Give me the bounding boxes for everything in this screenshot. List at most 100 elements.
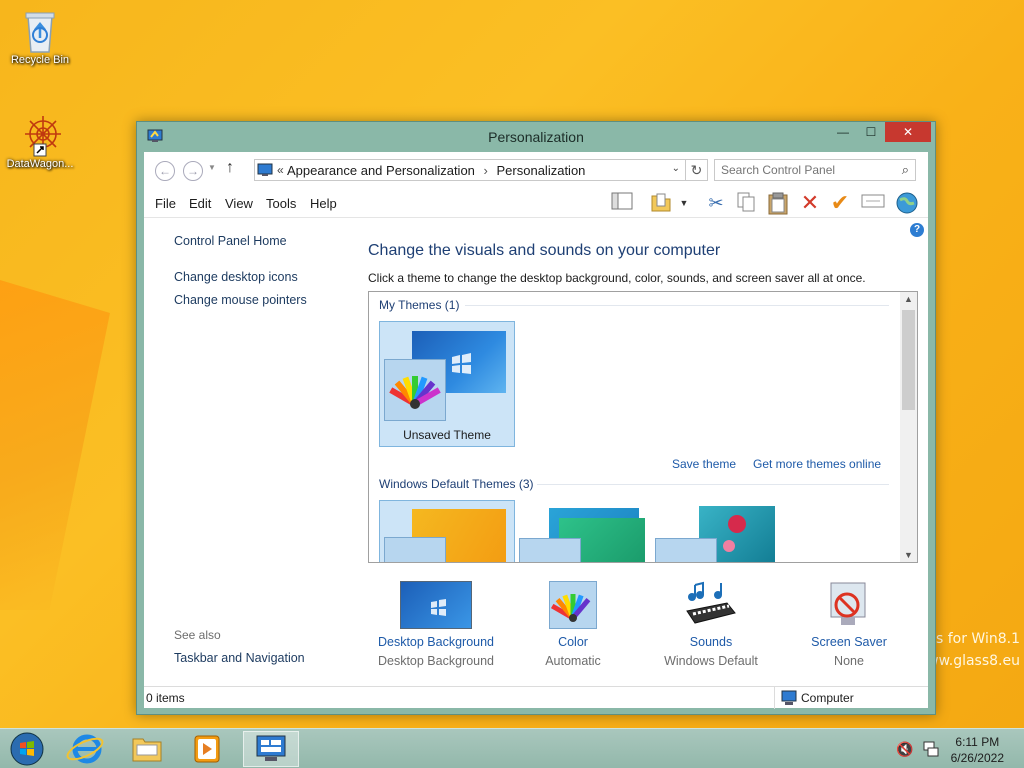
page-heading: Change the visuals and sounds on your co… (368, 242, 721, 259)
taskbar-navigation-link[interactable]: Taskbar and Navigation (174, 651, 305, 665)
setting-label: Screen Saver (811, 635, 887, 649)
taskbar: 🔇 6:11 PM 6/26/2022 (0, 728, 1024, 768)
start-button[interactable] (2, 731, 52, 767)
menu-tools[interactable]: Tools (266, 196, 296, 211)
internet-explorer-icon[interactable] (60, 731, 110, 767)
setting-label: Color (558, 635, 588, 649)
recent-pages-dropdown-icon[interactable]: ▼ (208, 163, 216, 172)
color-palette-icon (503, 581, 643, 631)
setting-value: None (834, 654, 864, 668)
theme-name: Unsaved Theme (403, 428, 491, 442)
control-panel-home-link[interactable]: Control Panel Home (174, 234, 287, 248)
location-label: Computer (801, 691, 854, 705)
theme-unsaved[interactable]: Unsaved Theme (379, 321, 515, 447)
scroll-thumb[interactable] (902, 310, 915, 410)
refresh-button[interactable]: ↻ (686, 159, 708, 181)
breadcrumb-separator: › (483, 163, 488, 178)
desktop-background-icon (366, 581, 506, 631)
color-setting[interactable]: Color Automatic (503, 581, 643, 668)
media-player-icon[interactable] (182, 731, 232, 767)
breadcrumb-personalization[interactable]: Personalization (497, 163, 586, 178)
get-more-themes-link[interactable]: Get more themes online (753, 457, 881, 471)
scroll-up-icon[interactable]: ▲ (900, 294, 917, 304)
status-bar: 0 items Computer (144, 686, 928, 709)
system-clock[interactable]: 6:11 PM 6/26/2022 (951, 734, 1004, 766)
setting-label: Sounds (689, 635, 733, 649)
themes-list: My Themes (1) Unsaved Theme Save theme G… (368, 291, 918, 563)
theme-windows[interactable] (379, 500, 515, 562)
cut-icon[interactable]: ✂ (704, 191, 728, 215)
theme-color-swatch (519, 538, 581, 562)
content-area: ? Control Panel Home Change desktop icon… (144, 218, 928, 686)
menu-view[interactable]: View (225, 196, 253, 211)
address-bar: ← → ▼ ↑ « Appearance and Personalization… (144, 152, 928, 186)
sounds-setting[interactable]: Sounds Windows Default (641, 581, 781, 668)
menu-help[interactable]: Help (310, 196, 337, 211)
setting-value: Automatic (545, 654, 601, 668)
setting-value: Desktop Background (377, 654, 495, 668)
page-subtext: Click a theme to change the desktop back… (368, 271, 866, 285)
file-explorer-icon[interactable] (122, 731, 172, 767)
menu-edit[interactable]: Edit (189, 196, 211, 211)
control-panel-taskbar-button[interactable] (243, 731, 299, 767)
help-icon[interactable]: ? (910, 223, 924, 237)
search-input[interactable] (721, 162, 891, 178)
network-icon[interactable] (922, 740, 940, 761)
clock-time: 6:11 PM (955, 735, 1000, 749)
group-divider (465, 305, 889, 306)
address-field[interactable]: « Appearance and Personalization › Perso… (254, 159, 686, 181)
close-button[interactable]: ✕ (885, 122, 931, 142)
theme-flowers[interactable] (655, 504, 791, 562)
wallpaper-shape (0, 280, 110, 610)
screen-saver-setting[interactable]: Screen Saver None (779, 581, 919, 668)
control-panel-small-icon (257, 162, 273, 181)
desktop-icon-datawagon[interactable]: DataWagon... (0, 112, 80, 170)
forward-button[interactable]: → (183, 161, 203, 181)
paste-icon[interactable] (766, 191, 790, 215)
desktop-icon-label: DataWagon... (6, 158, 74, 170)
title-bar[interactable]: Personalization — ☐ ✕ (137, 122, 935, 152)
desktop-icon-label: Recycle Bin (10, 54, 70, 66)
properties-check-icon[interactable]: ✔ (828, 191, 852, 215)
layout-pane-icon[interactable] (610, 191, 634, 215)
wallpaper-text-line1: ss for Win8.1 (928, 631, 1020, 647)
scroll-down-icon[interactable]: ▼ (900, 550, 917, 560)
item-count: 0 items (146, 691, 185, 705)
delete-icon[interactable]: ✕ (798, 191, 822, 215)
globe-icon[interactable] (895, 191, 919, 215)
maximize-button[interactable]: ☐ (857, 122, 885, 142)
computer-icon (781, 690, 797, 709)
change-mouse-pointers-link[interactable]: Change mouse pointers (174, 293, 307, 307)
clock-date: 6/26/2022 (950, 751, 1004, 765)
my-themes-heading: My Themes (1) (379, 298, 460, 312)
back-button[interactable]: ← (155, 161, 175, 181)
theme-color-swatch (384, 537, 446, 562)
desktop-icon-recycle-bin[interactable]: Recycle Bin (0, 8, 80, 66)
desktop-background-setting[interactable]: Desktop Background Desktop Background (366, 581, 506, 668)
volume-muted-icon[interactable]: 🔇 (896, 741, 913, 758)
personalization-window: Personalization — ☐ ✕ ← → ▼ ↑ « Appearan… (136, 121, 936, 715)
datawagon-shortcut-icon (20, 112, 61, 157)
setting-label: Desktop Background (377, 635, 495, 649)
folder-options-dropdown-icon[interactable]: ▼ (672, 191, 696, 215)
address-dropdown-icon[interactable]: ⌄ (672, 163, 680, 174)
default-themes-heading: Windows Default Themes (3) (379, 477, 534, 491)
search-box: ⌕ (714, 159, 916, 181)
search-icon[interactable]: ⌕ (902, 162, 909, 178)
save-theme-link[interactable]: Save theme (672, 457, 736, 471)
breadcrumb-appearance[interactable]: Appearance and Personalization (287, 163, 475, 178)
menu-bar: File Edit View Tools Help ▼ ✂ ✕ ✔ (144, 186, 928, 218)
menu-file[interactable]: File (155, 196, 176, 211)
themes-scrollbar[interactable]: ▲ ▼ (900, 292, 917, 562)
screen-saver-icon (779, 581, 919, 631)
change-desktop-icons-link[interactable]: Change desktop icons (174, 270, 298, 284)
copy-icon[interactable] (734, 191, 758, 215)
minimize-button[interactable]: — (829, 122, 857, 142)
window-title: Personalization (488, 129, 584, 145)
folder-options-icon[interactable] (649, 191, 673, 215)
theme-lines[interactable] (519, 504, 655, 562)
rename-icon[interactable] (861, 191, 885, 215)
status-divider (774, 687, 775, 709)
breadcrumb: Appearance and Personalization › Persona… (287, 163, 585, 178)
up-button[interactable]: ↑ (226, 159, 234, 177)
